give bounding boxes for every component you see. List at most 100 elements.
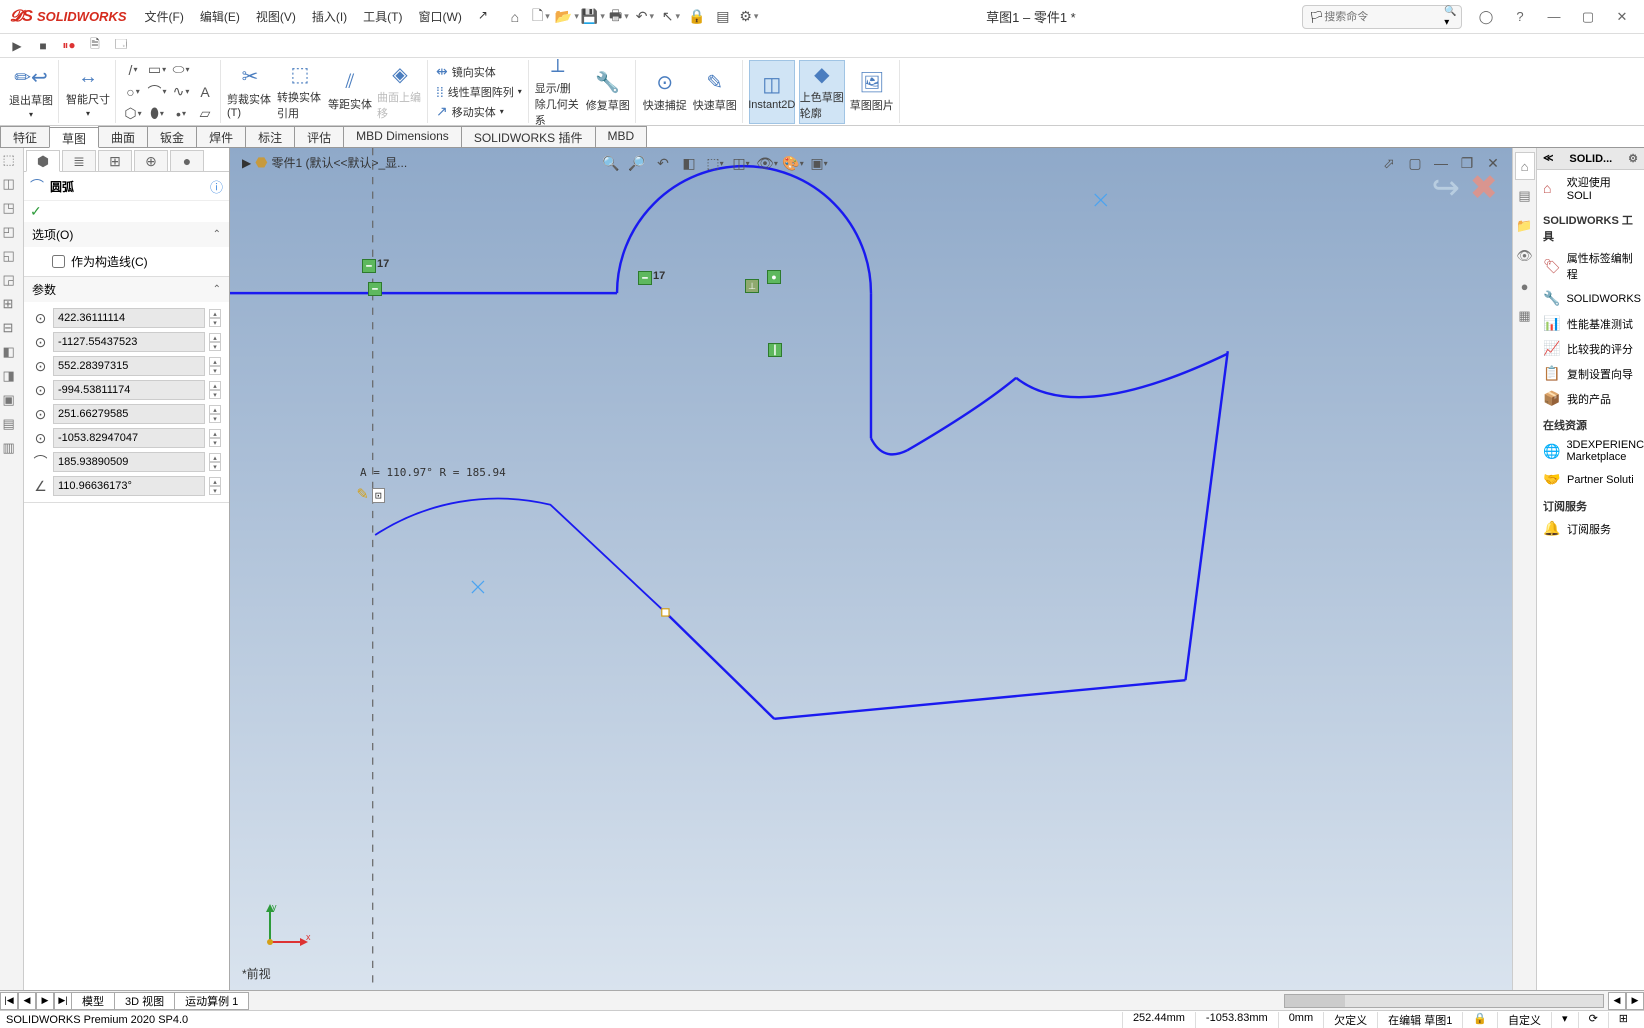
task-tab-home[interactable]: ⌂ xyxy=(1515,152,1535,180)
dock-icon[interactable]: ⬀ xyxy=(1378,152,1400,174)
relation-badge-tangent[interactable]: ⊥ xyxy=(745,279,759,293)
display-style-icon[interactable]: ◫ xyxy=(730,152,752,174)
param-input-3[interactable] xyxy=(53,380,205,400)
repair-sketch-button[interactable]: 🔧 修复草图 xyxy=(585,60,631,124)
task-item[interactable]: 🏷属性标签编制程 xyxy=(1537,246,1644,286)
spin-down-1[interactable]: ▾ xyxy=(209,342,221,351)
help-icon[interactable]: ? xyxy=(1506,6,1534,28)
tab-mbd-dim[interactable]: MBD Dimensions xyxy=(343,126,462,147)
zoom-area-icon[interactable]: 🔎 xyxy=(626,152,648,174)
prop-tab-display[interactable]: ⊞ xyxy=(98,150,132,172)
spin-down-7[interactable]: ▾ xyxy=(209,486,221,495)
search-dropdown-icon[interactable]: 🔍▾ xyxy=(1444,6,1456,28)
horizontal-scrollbar[interactable] xyxy=(1284,994,1604,1008)
status-mmgs-icon[interactable]: 🔒 xyxy=(1462,1012,1497,1028)
section-icon[interactable]: ◧ xyxy=(678,152,700,174)
welcome-item[interactable]: ⌂欢迎使用 SOLI xyxy=(1537,170,1644,206)
rapid-sketch-button[interactable]: ✎ 快速草图 xyxy=(692,60,738,124)
cancel-x-icon[interactable]: ✖ xyxy=(1470,169,1499,207)
print-icon[interactable]: 🖶 xyxy=(608,6,630,28)
scroll-thumb[interactable] xyxy=(1285,995,1345,1007)
param-input-7[interactable] xyxy=(53,476,205,496)
param-input-5[interactable] xyxy=(53,428,205,448)
spin-down-6[interactable]: ▾ xyxy=(209,462,221,471)
tab-addins[interactable]: SOLIDWORKS 插件 xyxy=(461,126,596,147)
minimize-button[interactable]: — xyxy=(1540,6,1568,28)
spin-up-5[interactable]: ▴ xyxy=(209,429,221,438)
relation-badge-17a[interactable]: ━ xyxy=(362,259,376,273)
task-item[interactable]: 🔔订阅服务 xyxy=(1537,516,1644,541)
spline-icon[interactable]: ∿ xyxy=(170,82,192,102)
task-item[interactable]: 📋复制设置向导 xyxy=(1537,361,1644,386)
tab-feature[interactable]: 特征 xyxy=(0,126,50,147)
zoom-fit-icon[interactable]: 🔍 xyxy=(600,152,622,174)
task-item[interactable]: 🔧SOLIDWORKS xyxy=(1537,286,1644,311)
param-input-1[interactable] xyxy=(53,332,205,352)
select-icon[interactable]: ↖ xyxy=(660,6,682,28)
property-confirm[interactable]: ✓ xyxy=(24,201,229,222)
linear-pattern-button[interactable]: ⁞⁞线性草图阵列▾ xyxy=(434,83,524,101)
sketch-pic-button[interactable]: 🖼 草图图片 xyxy=(849,60,895,124)
spin-up-2[interactable]: ▴ xyxy=(209,357,221,366)
task-item[interactable]: 🌐3DEXPERIENC Marketplace xyxy=(1537,435,1644,467)
menu-file[interactable]: 文件(F) xyxy=(137,8,192,25)
spin-up-3[interactable]: ▴ xyxy=(209,381,221,390)
tab-prev-icon[interactable]: ◀ xyxy=(18,992,36,1010)
ellipse-icon[interactable]: ⬮ xyxy=(146,104,168,124)
corner-rect-icon[interactable]: ▭ xyxy=(146,60,168,80)
sb-icon-6[interactable]: ◲ xyxy=(3,272,21,290)
sb-icon-12[interactable]: ▤ xyxy=(3,416,21,434)
view-orient-icon[interactable]: ⬚ xyxy=(704,152,726,174)
prop-tab-config[interactable]: ≣ xyxy=(62,150,96,172)
save-icon[interactable]: 💾 xyxy=(582,6,604,28)
param-input-6[interactable] xyxy=(53,452,205,472)
tab-sheetmetal[interactable]: 钣金 xyxy=(147,126,197,147)
spin-down-3[interactable]: ▾ xyxy=(209,390,221,399)
relation-badge-17b[interactable]: ━ xyxy=(638,271,652,285)
shaded-sketch-button[interactable]: ◆ 上色草图轮廓 xyxy=(799,60,845,124)
user-icon[interactable]: ◯ xyxy=(1472,6,1500,28)
status-custom[interactable]: 自定义 xyxy=(1497,1012,1551,1028)
show-relations-button[interactable]: ⟂ 显示/删除几何关系 xyxy=(535,60,581,124)
sb-icon-11[interactable]: ▣ xyxy=(3,392,21,410)
convert-button[interactable]: ⬚ 转换实体引用 xyxy=(277,60,323,124)
scene-icon[interactable]: ▣ xyxy=(808,152,830,174)
confirm-arrow-icon[interactable]: ↪ xyxy=(1432,169,1461,207)
params-section-head[interactable]: 参数 ⌃ xyxy=(24,277,229,302)
scroll-left-icon[interactable]: ◀ xyxy=(1608,992,1626,1010)
canvas-max-icon[interactable]: ▢ xyxy=(1404,152,1426,174)
relation-badge-v[interactable]: ┃ xyxy=(768,343,782,357)
options-section-head[interactable]: 选项(O) ⌃ xyxy=(24,222,229,247)
rebuild-icon[interactable]: 🔒 xyxy=(686,6,708,28)
slot-icon[interactable]: ⬭ xyxy=(170,60,192,80)
appearance-icon[interactable]: 🎨 xyxy=(782,152,804,174)
sb-icon-7[interactable]: ⊞ xyxy=(3,296,21,314)
tab-sketch[interactable]: 草图 xyxy=(49,127,99,148)
tab-next-icon[interactable]: ▶ xyxy=(36,992,54,1010)
task-tab-view[interactable]: 👁 xyxy=(1515,242,1535,270)
smart-dimension-button[interactable]: ↔ 智能尺寸 ▾ xyxy=(65,60,111,124)
spin-down-5[interactable]: ▾ xyxy=(209,438,221,447)
spin-up-0[interactable]: ▴ xyxy=(209,309,221,318)
tab-evaluate[interactable]: 评估 xyxy=(294,126,344,147)
plane-icon[interactable]: ▱ xyxy=(194,104,216,124)
spin-down-0[interactable]: ▾ xyxy=(209,318,221,327)
spin-down-2[interactable]: ▾ xyxy=(209,366,221,375)
menu-tools[interactable]: 工具(T) xyxy=(355,8,410,25)
line-tool-icon[interactable]: / xyxy=(122,60,144,80)
menu-expand[interactable]: ↗ xyxy=(470,8,496,25)
task-tab-appearance[interactable]: ● xyxy=(1515,272,1535,300)
breadcrumb[interactable]: ▶ ⬣ 零件1 (默认<<默认>_显... xyxy=(242,154,407,171)
play-icon[interactable]: ▶ xyxy=(8,37,26,55)
tab-annotation[interactable]: 标注 xyxy=(245,126,295,147)
maximize-button[interactable]: ▢ xyxy=(1574,6,1602,28)
text-icon[interactable]: A xyxy=(194,82,216,102)
menu-insert[interactable]: 插入(I) xyxy=(304,8,355,25)
instant2d-button[interactable]: ◫ Instant2D xyxy=(749,60,795,124)
task-item[interactable]: 📦我的产品 xyxy=(1537,386,1644,411)
task-tab-props[interactable]: ▦ xyxy=(1515,302,1535,330)
confirmation-corner[interactable]: ↪ ✖ xyxy=(1432,168,1498,208)
task-item[interactable]: 📈比较我的评分 xyxy=(1537,336,1644,361)
offset-button[interactable]: ⫽ 等距实体 xyxy=(327,60,373,124)
tab-last-icon[interactable]: ▶| xyxy=(54,992,72,1010)
